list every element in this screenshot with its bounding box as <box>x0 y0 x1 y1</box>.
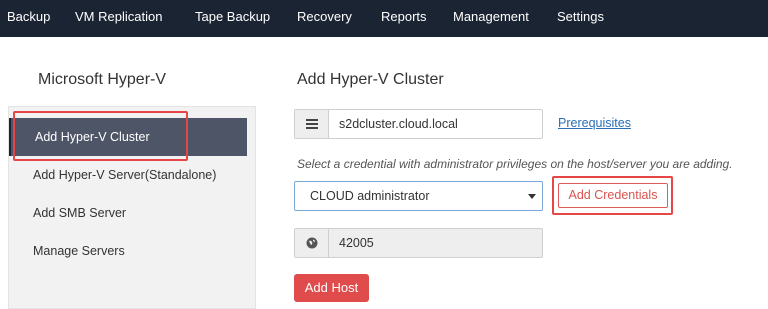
nav-management[interactable]: Management <box>453 0 529 37</box>
globe-icon <box>295 229 329 257</box>
add-host-button[interactable]: Add Host <box>294 274 369 302</box>
nav-reports[interactable]: Reports <box>381 0 427 37</box>
sidebar-item-add-hyper-v-cluster[interactable]: Add Hyper-V Cluster <box>9 118 247 156</box>
sidebar-item-manage-servers[interactable]: Manage Servers <box>9 232 247 270</box>
nav-backup[interactable]: Backup <box>7 0 50 37</box>
host-input-group: s2dcluster.cloud.local <box>294 109 543 139</box>
nav-settings[interactable]: Settings <box>557 0 604 37</box>
chevron-down-icon <box>528 194 536 199</box>
sidebar-item-add-smb-server[interactable]: Add SMB Server <box>9 194 247 232</box>
sidebar-item-add-hyper-v-server[interactable]: Add Hyper-V Server(Standalone) <box>9 156 247 194</box>
nav-recovery[interactable]: Recovery <box>297 0 352 37</box>
prerequisites-link[interactable]: Prerequisites <box>558 116 631 130</box>
port-input[interactable]: 42005 <box>339 229 374 257</box>
port-input-group: 42005 <box>294 228 543 258</box>
credential-select-value: CLOUD administrator <box>310 189 430 203</box>
add-credentials-button[interactable]: Add Credentials <box>558 183 668 208</box>
host-input[interactable]: s2dcluster.cloud.local <box>339 110 458 138</box>
nav-tape-backup[interactable]: Tape Backup <box>195 0 270 37</box>
nav-vm-replication[interactable]: VM Replication <box>75 0 162 37</box>
top-navigation: Backup VM Replication Tape Backup Recove… <box>0 0 768 37</box>
page-title: Add Hyper-V Cluster <box>297 71 444 88</box>
credential-select[interactable]: CLOUD administrator <box>294 181 543 211</box>
credential-hint: Select a credential with administrator p… <box>297 157 733 171</box>
server-icon <box>295 110 329 138</box>
sidebar: Add Hyper-V Cluster Add Hyper-V Server(S… <box>8 106 256 309</box>
sidebar-title: Microsoft Hyper-V <box>38 71 167 88</box>
